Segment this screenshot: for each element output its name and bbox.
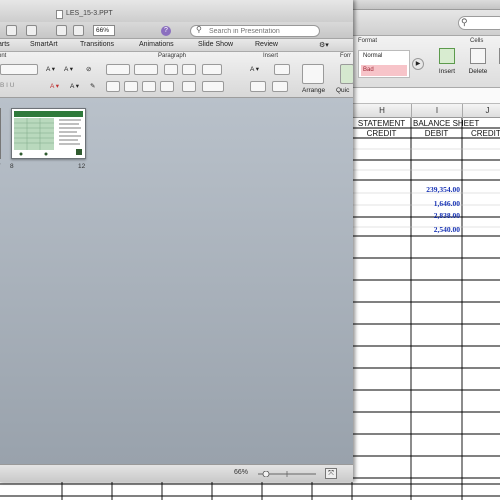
ribbon-options-icon[interactable]: ⚙▾ xyxy=(319,41,329,49)
delete-cells-button[interactable]: Delete xyxy=(465,48,491,75)
heading-balance-sheet: BALANCE SHEET xyxy=(413,119,480,128)
text-direction-button[interactable] xyxy=(202,64,222,75)
highlight-icon[interactable]: A ▾ xyxy=(70,82,79,90)
font-shrink-icon[interactable]: A ▾ xyxy=(64,65,73,73)
style-bad[interactable]: Bad xyxy=(361,65,407,76)
slide-number: 8 xyxy=(10,163,14,170)
style-normal[interactable]: Normal xyxy=(361,53,407,63)
align-right-button[interactable] xyxy=(142,81,156,92)
slide-number: 7 xyxy=(0,163,1,170)
print-icon[interactable] xyxy=(73,25,84,36)
tab-review[interactable]: Review xyxy=(255,41,278,48)
tab-charts[interactable]: arts xyxy=(0,41,10,48)
debit-value-4: 2,540.00 xyxy=(433,225,460,234)
zoom-slider[interactable] xyxy=(256,471,318,477)
format-group-label: Format xyxy=(358,38,378,44)
quick-styles-button[interactable]: Quic xyxy=(336,87,349,94)
clear-format-icon[interactable]: ⊘ xyxy=(86,65,91,73)
insert-group-label: Insert xyxy=(263,53,279,59)
effects-icon[interactable]: ✎ xyxy=(90,82,95,90)
standard-toolbar: 66% ? ⚲ xyxy=(0,22,353,39)
cell-styles-gallery[interactable]: Normal Bad xyxy=(358,50,410,78)
tab-smartart[interactable]: SmartArt xyxy=(30,41,58,48)
column-header-i[interactable]: I xyxy=(411,104,462,118)
window-title: LES_15-3.PPT xyxy=(66,10,113,17)
format-group-label: Forr xyxy=(340,53,351,59)
heading-credit-j: CREDIT xyxy=(471,129,500,138)
open-icon[interactable] xyxy=(26,25,37,36)
align-center-button[interactable] xyxy=(124,81,138,92)
column-header-h[interactable]: H xyxy=(352,104,411,118)
quick-styles-icon[interactable] xyxy=(340,64,354,84)
debit-value-2: 1,646.00 xyxy=(433,199,460,208)
align-left-button[interactable] xyxy=(106,81,120,92)
font-color-icon[interactable]: A ▾ xyxy=(50,82,59,90)
new-icon[interactable] xyxy=(6,25,17,36)
format-cells-button[interactable] xyxy=(494,48,500,64)
arrange-button[interactable]: Arrange xyxy=(302,87,325,94)
tab-animations[interactable]: Animations xyxy=(139,41,174,48)
document-icon xyxy=(56,10,63,19)
slide-sorter[interactable]: 7 8 12 xyxy=(0,98,353,464)
slide-preview-image xyxy=(12,109,85,158)
numbering-button[interactable] xyxy=(134,64,158,75)
slide-thumbnail[interactable] xyxy=(11,108,86,159)
powerpoint-titlebar[interactable]: LES_15-3.PPT xyxy=(0,0,353,22)
insert-cells-label: Insert xyxy=(438,68,456,75)
shape-button[interactable] xyxy=(274,64,290,75)
powerpoint-window: LES_15-3.PPT 66% ? ⚲ arts SmartArt Trans… xyxy=(0,0,354,482)
zoom-field[interactable]: 66% xyxy=(93,25,115,36)
search-icon: ⚲ xyxy=(461,17,468,27)
status-bar: 66% ⤧ xyxy=(0,464,353,482)
presentation-search[interactable]: ⚲ xyxy=(190,25,320,37)
insert-cells-button[interactable]: Insert xyxy=(434,48,460,75)
styles-next-arrow-icon[interactable]: ▶ xyxy=(412,58,424,70)
search-icon: ⚲ xyxy=(196,25,202,34)
heading-credit-h: CREDIT xyxy=(366,129,397,138)
indent-decrease-button[interactable] xyxy=(164,64,178,75)
insert-cells-icon xyxy=(439,48,455,64)
save-icon[interactable] xyxy=(56,25,67,36)
heading-debit: DEBIT xyxy=(424,129,449,138)
text-box-icon[interactable]: A ▾ xyxy=(250,65,259,73)
slide-number: 12 xyxy=(78,163,86,170)
tab-transitions[interactable]: Transitions xyxy=(80,41,114,48)
picture-button[interactable] xyxy=(250,81,266,92)
delete-cells-label: Delete xyxy=(468,68,488,75)
bold-icon[interactable]: B I U xyxy=(0,82,14,89)
line-spacing-button[interactable] xyxy=(202,81,224,92)
heading-statement: STATEMENT xyxy=(357,119,406,128)
indent-increase-button[interactable] xyxy=(182,64,196,75)
zoom-percentage: 66% xyxy=(234,469,249,476)
columns-button[interactable] xyxy=(182,81,196,92)
column-header-j[interactable]: J xyxy=(462,104,500,118)
font-size-select[interactable] xyxy=(0,64,38,75)
cells-group-label: Cells xyxy=(470,38,484,44)
ribbon-tabs: arts SmartArt Transitions Animations Sli… xyxy=(0,39,353,52)
debit-value-3: 2,838.00 xyxy=(433,211,460,220)
bullets-button[interactable] xyxy=(106,64,130,75)
tab-slide-show[interactable]: Slide Show xyxy=(198,41,233,48)
paragraph-group-label: Paragraph xyxy=(158,53,187,59)
font-group-label: ont xyxy=(0,53,7,59)
delete-cells-icon xyxy=(470,48,486,64)
excel-search-field[interactable]: ⚲ xyxy=(458,16,500,30)
table-button[interactable] xyxy=(272,81,288,92)
ribbon: ont Paragraph Insert Forr A ▾ A ▾ ⊘ A ▾ … xyxy=(0,52,354,98)
arrange-icon[interactable] xyxy=(302,64,324,84)
slide-thumbnail-partial[interactable] xyxy=(0,108,1,159)
font-grow-icon[interactable]: A ▾ xyxy=(46,65,55,73)
justify-button[interactable] xyxy=(160,81,174,92)
help-icon[interactable]: ? xyxy=(161,26,171,36)
debit-value-1: 239,354.00 xyxy=(426,185,460,194)
fit-to-window-icon[interactable]: ⤧ xyxy=(325,468,337,479)
search-input[interactable] xyxy=(209,27,317,36)
